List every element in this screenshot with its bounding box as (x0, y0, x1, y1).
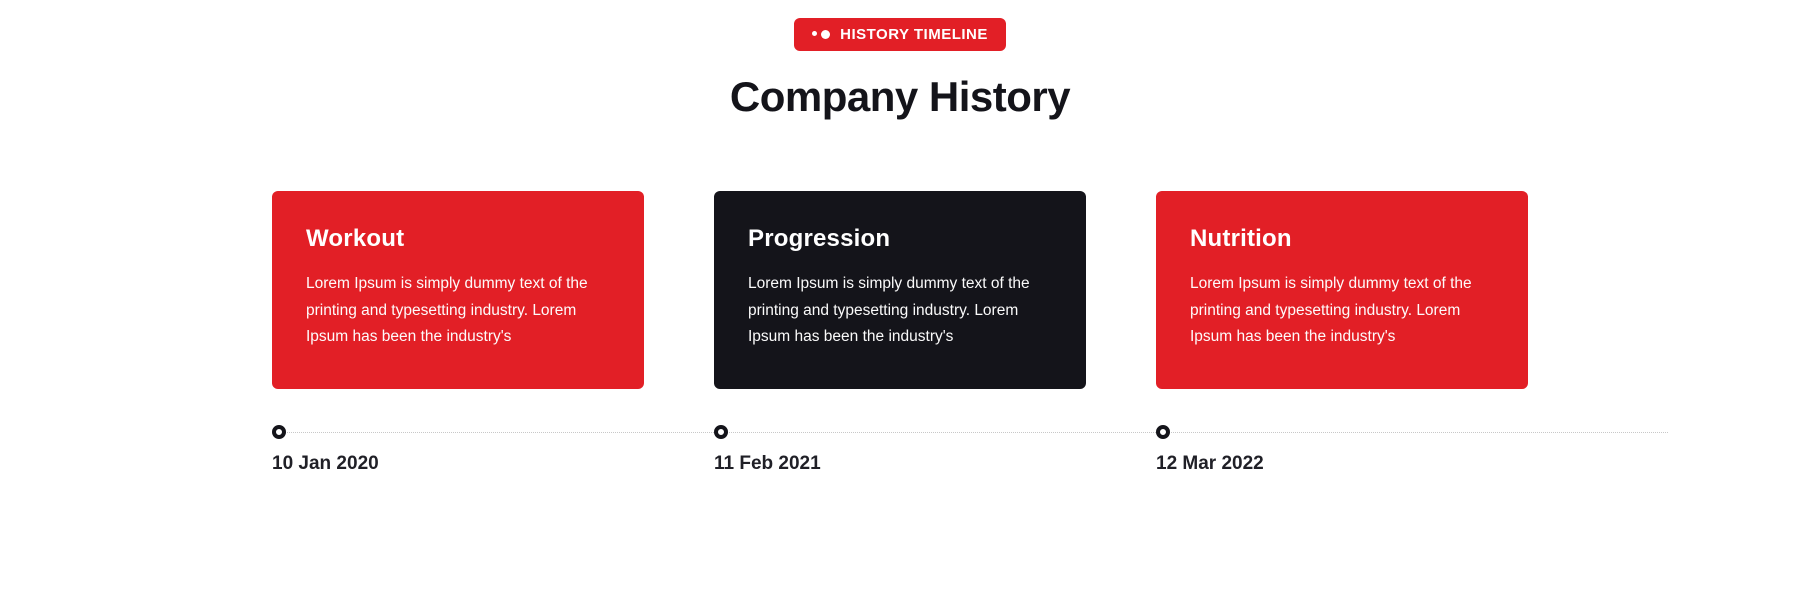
timeline-item: 10 Jan 2020 (272, 425, 644, 475)
badge-dots-icon (812, 30, 830, 39)
container: HISTORY TIMELINE Company History Workout… (260, 18, 1540, 475)
cards-row: Workout Lorem Ipsum is simply dummy text… (272, 191, 1528, 389)
badge-label: HISTORY TIMELINE (840, 26, 988, 43)
card-text: Lorem Ipsum is simply dummy text of the … (748, 271, 1052, 351)
timeline-date: 12 Mar 2022 (1156, 453, 1528, 475)
timeline-item: 12 Mar 2022 (1156, 425, 1528, 475)
card-title: Workout (306, 225, 610, 253)
timeline-dot-icon (272, 425, 286, 439)
timeline-date: 11 Feb 2021 (714, 453, 1086, 475)
timeline: 10 Jan 2020 11 Feb 2021 12 Mar 2022 (272, 425, 1528, 475)
timeline-item: 11 Feb 2021 (714, 425, 1086, 475)
timeline-card: Progression Lorem Ipsum is simply dummy … (714, 191, 1086, 389)
timeline-dot-icon (1156, 425, 1170, 439)
timeline-card: Workout Lorem Ipsum is simply dummy text… (272, 191, 644, 389)
timeline-card: Nutrition Lorem Ipsum is simply dummy te… (1156, 191, 1528, 389)
card-title: Progression (748, 225, 1052, 253)
page-title: Company History (272, 73, 1528, 121)
card-text: Lorem Ipsum is simply dummy text of the … (1190, 271, 1494, 351)
timeline-dot-icon (714, 425, 728, 439)
header: HISTORY TIMELINE Company History (272, 18, 1528, 121)
card-title: Nutrition (1190, 225, 1494, 253)
section-badge: HISTORY TIMELINE (794, 18, 1006, 51)
timeline-date: 10 Jan 2020 (272, 453, 644, 475)
card-text: Lorem Ipsum is simply dummy text of the … (306, 271, 610, 351)
